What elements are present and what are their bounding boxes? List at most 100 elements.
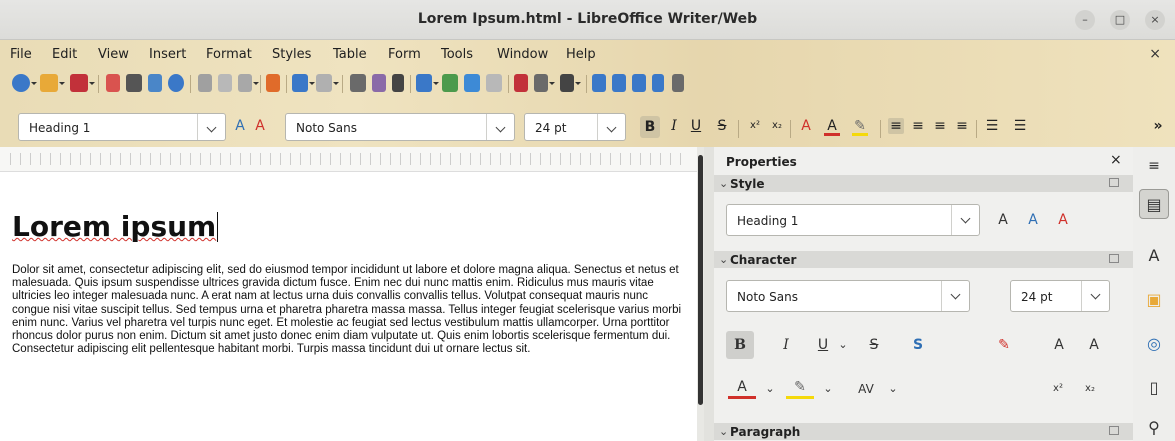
align-center-icon[interactable]: ≡ [910, 118, 926, 134]
sidebar-style-box[interactable]: Heading 1 [726, 204, 980, 236]
chevron-down-icon[interactable]: ⌄ [814, 375, 842, 403]
sidebar-font-size-box[interactable]: 24 pt [1010, 280, 1110, 312]
paragraph-section-header[interactable]: ⌄ Paragraph [714, 423, 1133, 440]
header-footer-icon[interactable] [672, 74, 684, 92]
sidebar-strikethrough-button[interactable]: S [860, 331, 888, 359]
hyperlink-icon[interactable] [592, 74, 606, 92]
menu-form[interactable]: Form [388, 47, 421, 62]
close-sidebar-icon[interactable]: × [1110, 152, 1122, 168]
paragraph-style-box[interactable]: Heading 1 [18, 113, 226, 141]
font-size-box[interactable]: 24 pt [524, 113, 626, 141]
underline-button[interactable]: U [688, 118, 704, 134]
new-style-icon[interactable]: A [1019, 206, 1047, 234]
sidebar-splitter[interactable] [704, 147, 714, 441]
footnote-icon[interactable] [612, 74, 626, 92]
menu-help[interactable]: Help [566, 47, 596, 62]
sidebar-italic-button[interactable]: I [772, 331, 800, 359]
chevron-down-icon[interactable] [197, 114, 225, 140]
document-page[interactable]: Lorem ipsum Dolor sit amet, consectetur … [0, 172, 697, 441]
sidebar-menu-icon[interactable]: ≡ [1139, 151, 1169, 181]
special-character-icon[interactable] [560, 74, 581, 92]
superscript-button[interactable]: x² [746, 120, 764, 131]
new-style-icon[interactable]: A [232, 118, 248, 134]
navigator-deck-icon[interactable]: ◎ [1139, 329, 1169, 359]
chevron-down-icon[interactable]: ⌄ [756, 375, 784, 403]
chevron-down-icon[interactable]: ⌄ [829, 331, 857, 359]
more-options-icon[interactable] [1109, 254, 1119, 263]
strikethrough-button[interactable]: S [714, 118, 730, 134]
insert-chart-icon[interactable] [464, 74, 480, 92]
menu-styles[interactable]: Styles [272, 47, 311, 62]
track-changes-icon[interactable] [652, 74, 664, 92]
close-window-button[interactable]: × [1145, 10, 1165, 30]
align-right-icon[interactable]: ≡ [932, 118, 948, 134]
properties-deck-icon[interactable]: ▤ [1139, 189, 1169, 219]
gallery-deck-icon[interactable]: ▣ [1139, 285, 1169, 315]
styles-deck-icon[interactable]: A [1139, 241, 1169, 271]
clone-formatting-icon[interactable] [266, 74, 280, 92]
unordered-list-icon[interactable]: ☰ [984, 118, 1000, 134]
subscript-button[interactable]: x₂ [768, 120, 786, 131]
page-deck-icon[interactable]: ▯ [1139, 373, 1169, 403]
html-source-icon[interactable] [148, 74, 162, 92]
menu-edit[interactable]: Edit [52, 47, 77, 62]
document-heading[interactable]: Lorem ipsum [12, 210, 219, 243]
italic-button[interactable]: I [666, 118, 682, 134]
insert-field-icon[interactable] [534, 74, 555, 92]
print-icon[interactable] [126, 74, 142, 92]
ordered-list-icon[interactable]: ☰ [1012, 118, 1028, 134]
formatting-marks-icon[interactable] [392, 74, 404, 92]
justify-icon[interactable]: ≡ [954, 118, 970, 134]
scrollbar-thumb[interactable] [698, 155, 703, 405]
menu-format[interactable]: Format [206, 47, 252, 62]
sidebar-shadow-button[interactable]: S [904, 331, 932, 359]
sidebar-superscript-button[interactable]: x² [1044, 375, 1072, 403]
chevron-down-icon[interactable] [951, 205, 979, 235]
menu-file[interactable]: File [10, 47, 32, 62]
close-document-icon[interactable]: × [1149, 46, 1161, 62]
spelling-icon[interactable] [372, 74, 386, 92]
bold-button[interactable]: B [640, 116, 660, 138]
clear-formatting-icon[interactable]: ✎ [990, 331, 1018, 359]
find-replace-icon[interactable] [350, 74, 366, 92]
comment-icon[interactable] [632, 74, 646, 92]
export-pdf-icon[interactable] [106, 74, 120, 92]
redo-icon[interactable] [316, 74, 339, 92]
insert-table-icon[interactable] [416, 74, 439, 92]
new-document-icon[interactable] [12, 74, 37, 92]
sidebar-font-name-box[interactable]: Noto Sans [726, 280, 970, 312]
chevron-down-icon[interactable]: ⌄ [879, 375, 907, 403]
menu-window[interactable]: Window [497, 47, 548, 62]
character-section-header[interactable]: ⌄ Character [714, 251, 1133, 268]
insert-image-icon[interactable] [442, 74, 458, 92]
document-paragraph[interactable]: Dolor sit amet, consectetur adipiscing e… [12, 264, 687, 356]
more-options-icon[interactable] [1109, 178, 1119, 187]
clear-formatting-icon[interactable]: A [798, 118, 814, 134]
chevron-down-icon[interactable] [941, 281, 969, 311]
highlight-color-icon[interactable]: ✎ [786, 375, 814, 399]
style-section-header[interactable]: ⌄ Style [714, 175, 1133, 192]
align-left-icon[interactable]: ≡ [888, 118, 904, 134]
grow-font-button[interactable]: A [1045, 331, 1073, 359]
maximize-button[interactable]: □ [1110, 10, 1130, 30]
highlight-color-icon[interactable]: ✎ [852, 118, 868, 136]
font-color-button[interactable]: A [824, 118, 840, 136]
character-spacing-icon[interactable]: AV [852, 375, 880, 403]
cut-icon[interactable] [198, 74, 212, 92]
fill-format-icon[interactable]: A [989, 206, 1017, 234]
style-inspector-icon[interactable]: ⚲ [1139, 413, 1169, 441]
vertical-scrollbar[interactable] [697, 147, 704, 441]
toolbar-overflow-icon[interactable]: » [1150, 118, 1166, 134]
sidebar-subscript-button[interactable]: x₂ [1076, 375, 1104, 403]
save-icon[interactable] [70, 74, 95, 92]
copy-icon[interactable] [218, 74, 232, 92]
menu-view[interactable]: View [98, 47, 129, 62]
insert-frame-icon[interactable] [486, 74, 502, 92]
horizontal-ruler[interactable] [0, 147, 697, 172]
chevron-down-icon[interactable] [1081, 281, 1109, 311]
page-break-icon[interactable] [514, 74, 528, 92]
undo-icon[interactable] [292, 74, 315, 92]
open-folder-icon[interactable] [40, 74, 65, 92]
menu-tools[interactable]: Tools [441, 47, 473, 62]
chevron-down-icon[interactable] [486, 114, 514, 140]
